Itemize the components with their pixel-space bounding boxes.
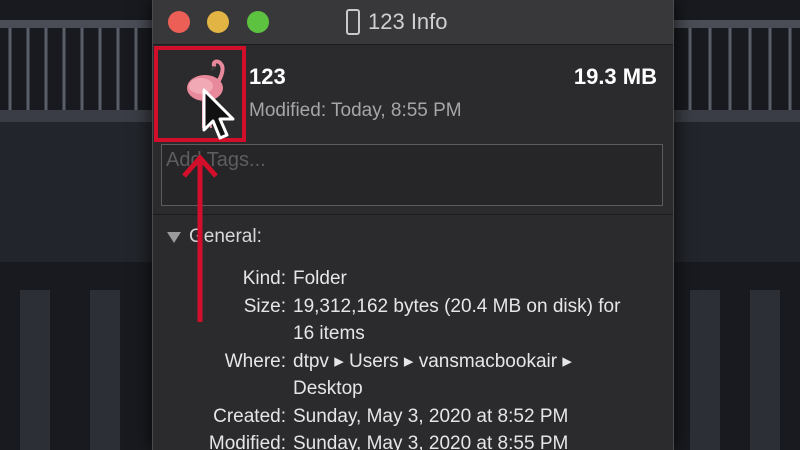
minimize-button[interactable] — [207, 11, 229, 33]
file-name: 123 — [249, 64, 286, 89]
general-info-list: Kind: Folder Size: 19,312,162 bytes (20.… — [153, 265, 673, 450]
info-row-modified: Modified: Sunday, May 3, 2020 at 8:55 PM — [153, 430, 673, 450]
tags-input[interactable]: Add Tags... — [161, 144, 663, 206]
section-divider — [153, 214, 673, 215]
mouse-pointer-icon — [202, 88, 235, 140]
window-title-group: 123 Info — [346, 6, 448, 38]
file-size: 19.3 MB — [573, 64, 657, 89]
info-label: Created: — [213, 405, 286, 427]
info-label: Where: — [224, 350, 286, 372]
info-value: dtpv ▸ Users ▸ vansmacbookair ▸ Desktop — [293, 350, 572, 400]
up-arrow-annotation — [182, 154, 218, 322]
info-value: Folder — [293, 268, 347, 289]
document-proxy-icon[interactable] — [346, 9, 360, 35]
info-value: Sunday, May 3, 2020 at 8:55 PM — [293, 433, 569, 450]
info-value: Sunday, May 3, 2020 at 8:52 PM — [293, 405, 569, 427]
info-row-kind: Kind: Folder — [153, 265, 673, 293]
info-label: Modified: — [208, 433, 286, 450]
file-modified-date: Modified: Today, 8:55 PM — [249, 100, 462, 121]
info-row-where: Where: dtpv ▸ Users ▸ vansmacbookair ▸ D… — [153, 348, 673, 403]
info-value: 19,312,162 bytes (20.4 MB on disk) for 1… — [293, 295, 621, 345]
disclosure-triangle-icon[interactable] — [167, 231, 181, 243]
close-button[interactable] — [168, 11, 190, 33]
info-row-created: Created: Sunday, May 3, 2020 at 8:52 PM — [153, 403, 673, 431]
info-row-size: Size: 19,312,162 bytes (20.4 MB on disk)… — [153, 293, 673, 348]
title-bar[interactable]: 123 Info — [153, 0, 673, 45]
zoom-button[interactable] — [247, 11, 269, 33]
window-title: 123 Info — [368, 9, 448, 34]
